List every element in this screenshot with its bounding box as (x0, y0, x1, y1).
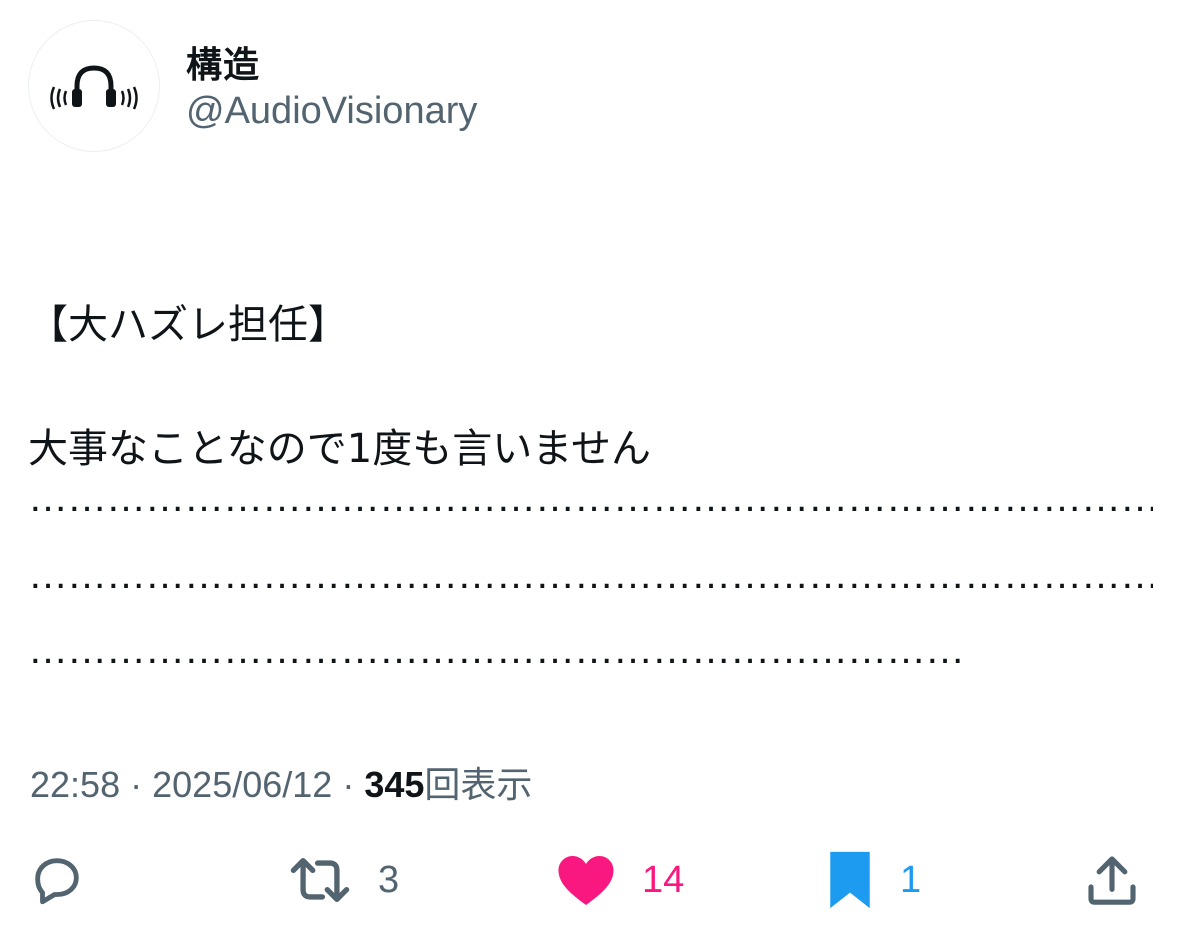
avatar[interactable] (28, 20, 160, 152)
ellipsis-line: ……………………………………………………………………………………… (28, 478, 1153, 518)
retweet-button[interactable]: 3 (288, 848, 399, 912)
views-count[interactable]: 345 (364, 764, 424, 805)
bookmark-icon (830, 851, 870, 909)
meta-separator: · (130, 764, 143, 805)
ellipsis-line: ……………………………………………………………………………………… (28, 555, 1153, 595)
like-button[interactable]: 14 (556, 848, 684, 912)
headphones-logo-icon (50, 65, 138, 110)
meta-separator: · (342, 764, 355, 805)
views-label: 回表示 (424, 764, 533, 805)
tweet-date[interactable]: 2025/06/12 (152, 764, 332, 805)
heart-icon (558, 856, 614, 905)
tweet-meta: 22:58 · 2025/06/12 · 345回表示 (30, 756, 532, 808)
tweet-line: 大事なことなので1度も言いません (28, 426, 652, 472)
bookmark-count: 1 (900, 858, 922, 901)
like-count: 14 (642, 858, 685, 901)
display-name[interactable]: 構造 (186, 36, 260, 88)
retweet-icon (290, 858, 350, 902)
user-handle[interactable]: @AudioVisionary (186, 90, 477, 133)
reply-icon (35, 858, 79, 905)
share-button[interactable] (1084, 848, 1140, 912)
bookmark-button[interactable]: 1 (826, 848, 921, 912)
tweet-time[interactable]: 22:58 (30, 764, 120, 805)
retweet-count: 3 (378, 858, 400, 901)
ellipsis-line: ………………………………………………………………………… (28, 630, 968, 670)
tweet-line: 【大ハズレ担任】 (28, 302, 348, 348)
reply-button[interactable] (28, 848, 86, 912)
share-icon (1088, 856, 1136, 905)
